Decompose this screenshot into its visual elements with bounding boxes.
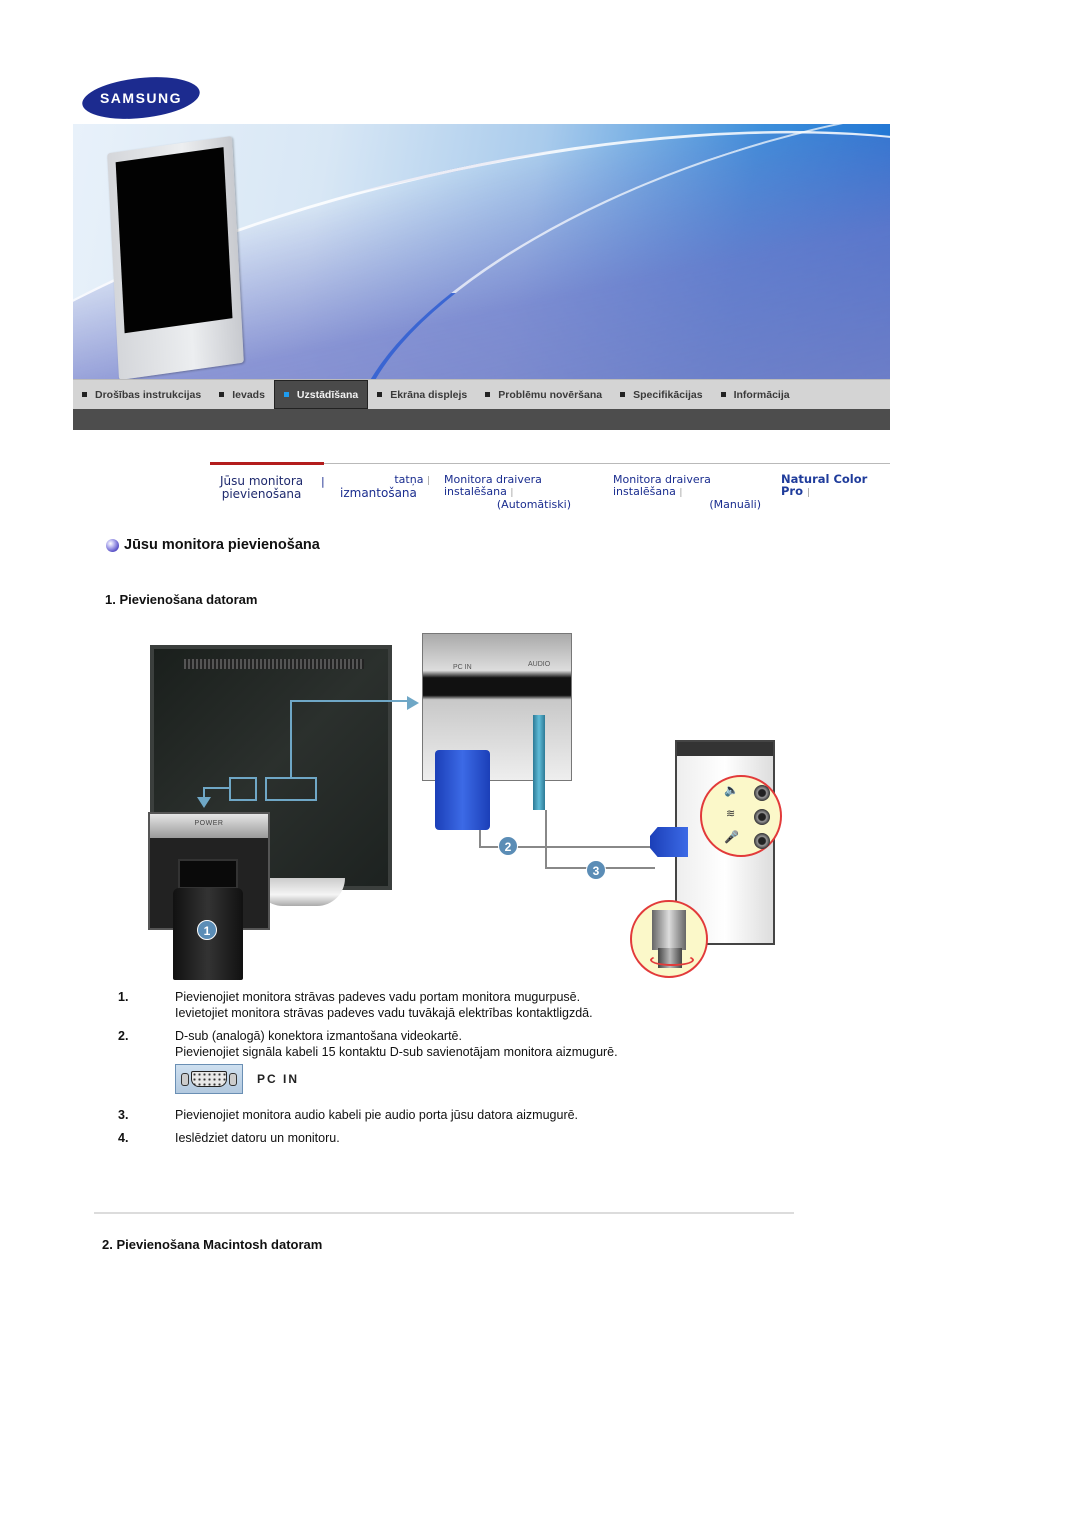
arrow-down-icon — [197, 797, 211, 808]
nav-item-intro[interactable]: Ievads — [210, 380, 274, 409]
connection-diagram: POWER 1 PC IN AUDIO 2 3 🔈 ≋ 🎤 — [145, 630, 785, 980]
pc-tower-top — [677, 742, 773, 756]
callout-line — [290, 700, 408, 702]
nav-item-information[interactable]: Informācija — [712, 380, 799, 409]
vga-plug-pc-image — [650, 827, 688, 857]
speaker-icon: 🔈 — [724, 783, 739, 797]
pc-in-label: PC IN — [453, 664, 472, 671]
jack-insert-callout — [630, 900, 708, 978]
nav-item-safety[interactable]: Drošības instrukcijas — [73, 380, 210, 409]
section-heading-pc: 1. Pievienošana datoram — [105, 592, 258, 607]
line-out-jack-icon — [754, 785, 770, 801]
signal-port-highlight — [265, 777, 317, 801]
line-in-jack-icon — [754, 809, 770, 825]
subtab-stand-usage[interactable]: tatņa | izmantošana — [340, 474, 430, 500]
callout-line — [203, 787, 205, 797]
bullet-sphere-icon — [106, 538, 119, 552]
audio-jack-image — [533, 715, 545, 810]
audio-cable — [545, 810, 547, 868]
section-divider — [94, 1212, 794, 1214]
monitor-image — [107, 135, 244, 379]
subtab-driver-auto[interactable]: Monitora draivera instalēšana | (Automāt… — [444, 474, 599, 511]
main-nav: Drošības instrukcijas Ievads Uzstādīšana… — [73, 379, 890, 409]
bullet-square-icon — [377, 392, 383, 397]
arrow-right-icon — [407, 696, 419, 710]
nav-item-setup[interactable]: Uzstādīšana — [273, 380, 369, 409]
audio-label: AUDIO — [528, 661, 551, 668]
instruction-list: 1. Pievienojiet monitora strāvas padeves… — [118, 989, 738, 1153]
bullet-square-icon — [82, 392, 87, 397]
active-tab-indicator — [210, 462, 324, 465]
nav-item-display[interactable]: Ekrāna displejs — [368, 380, 476, 409]
pc-in-port-illustration: PC IN — [175, 1064, 618, 1094]
page-title: Jūsu monitora pievienošana — [106, 537, 320, 553]
sub-nav: Jūsu monitora pievienošana | tatņa | izm… — [210, 462, 890, 511]
audio-ports-callout: 🔈 ≋ 🎤 — [700, 775, 782, 857]
monitor-screen — [115, 147, 233, 334]
section-heading-mac: 2. Pievienošana Macintosh datoram — [102, 1237, 323, 1252]
jack-closeup — [652, 910, 686, 950]
logo-text: SAMSUNG — [99, 90, 183, 106]
step-badge-2: 2 — [498, 836, 518, 856]
vga-connector-image — [435, 750, 490, 830]
subtab-separator: | — [321, 475, 325, 488]
bullet-square-icon — [283, 392, 289, 397]
pc-in-port-label: PC IN — [257, 1072, 300, 1086]
step-badge-3: 3 — [586, 860, 606, 880]
nav-item-specifications[interactable]: Specifikācijas — [611, 380, 711, 409]
bullet-square-icon — [620, 392, 626, 397]
nav-item-troubleshooting[interactable]: Problēmu novēršana — [476, 380, 611, 409]
instruction-step: 3. Pievienojiet monitora audio kabeli pi… — [118, 1108, 579, 1122]
callout-line — [203, 787, 231, 789]
power-port-highlight — [229, 777, 257, 801]
instruction-step: 2. D-sub (analogā) konektora izmantošana… — [118, 1028, 738, 1100]
subtab-natural-color-pro[interactable]: Natural Color Pro | — [781, 473, 890, 499]
samsung-logo: SAMSUNG — [80, 71, 202, 125]
header-banner — [73, 124, 890, 379]
instruction-step: 4. Ieslēdziet datoru un monitoru. — [118, 1131, 340, 1145]
callout-line — [290, 700, 292, 778]
instruction-step: 1. Pievienojiet monitora strāvas padeves… — [118, 990, 593, 1020]
monitor-vent — [184, 659, 364, 669]
subtab-driver-manual[interactable]: Monitora draivera instalēšana | (Manuāli… — [613, 474, 773, 511]
nav-underbar — [73, 409, 890, 430]
bullet-square-icon — [720, 392, 726, 397]
power-socket — [178, 859, 238, 889]
power-label: POWER — [150, 814, 268, 838]
subtab-connect-monitor[interactable]: Jūsu monitora pievienošana — [220, 475, 303, 501]
dsub-port-icon — [175, 1064, 243, 1094]
bullet-square-icon — [219, 392, 225, 397]
line-in-icon: ≋ — [726, 808, 736, 820]
rotate-arrow-icon — [650, 954, 694, 966]
step-badge-1: 1 — [197, 920, 217, 940]
microphone-icon: 🎤 — [724, 830, 739, 844]
mic-jack-icon — [754, 833, 770, 849]
bullet-square-icon — [485, 392, 491, 397]
